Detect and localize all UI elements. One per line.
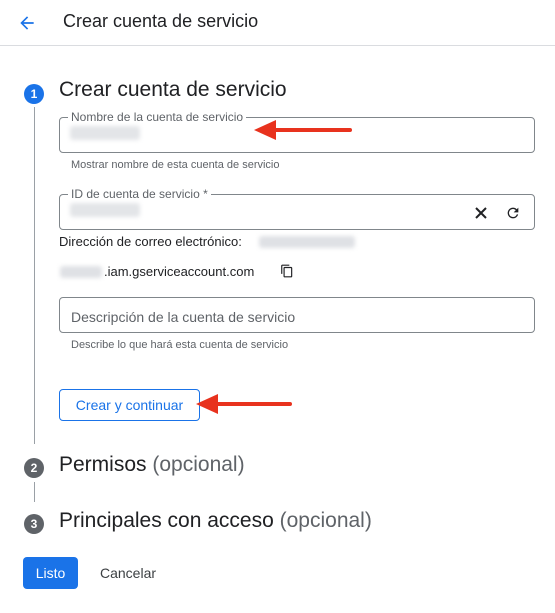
service-account-id-value-redacted (70, 203, 140, 217)
annotation-arrow-create-button (196, 394, 292, 414)
refresh-icon (507, 207, 519, 219)
email-address-label: Dirección de correo electrónico: (59, 234, 242, 249)
step-2-title[interactable]: Permisos (opcional) (59, 453, 245, 477)
annotation-arrow-name-field (254, 120, 352, 140)
step-3-indicator: 3 (24, 514, 44, 534)
clear-id-button[interactable] (470, 202, 492, 224)
step-3-label: Principales con acceso (59, 509, 274, 532)
create-and-continue-button[interactable]: Crear y continuar (59, 389, 200, 421)
step-3-title[interactable]: Principales con acceso (opcional) (59, 509, 372, 533)
refresh-id-button[interactable] (502, 202, 524, 224)
step-1-title: Crear cuenta de servicio (59, 78, 287, 102)
cancel-button[interactable]: Cancelar (88, 557, 168, 589)
step-2-optional: (opcional) (152, 453, 245, 476)
service-account-id-label: ID de cuenta de servicio * (68, 187, 211, 201)
service-account-name-label: Nombre de la cuenta de servicio (68, 110, 247, 124)
step-connector-2 (34, 482, 35, 502)
done-button[interactable]: Listo (23, 557, 78, 589)
step-1-label: Crear cuenta de servicio (59, 78, 287, 101)
step-connector-1 (34, 107, 35, 444)
email-prefix-redacted (60, 266, 102, 278)
step-2-label: Permisos (59, 453, 147, 476)
copy-icon (281, 264, 293, 278)
step-1-indicator: 1 (24, 84, 44, 104)
step-3-optional: (opcional) (279, 509, 372, 532)
copy-email-button[interactable] (276, 260, 298, 282)
arrow-back-icon (20, 16, 34, 30)
email-domain-suffix: .iam.gserviceaccount.com (104, 264, 255, 279)
step-2-indicator: 2 (24, 458, 44, 478)
page-title: Crear cuenta de servicio (63, 11, 259, 31)
service-account-id-field[interactable]: ID de cuenta de servicio * (59, 187, 535, 230)
top-bar: Crear cuenta de servicio (0, 0, 555, 46)
description-field[interactable]: Descripción de la cuenta de servicio (59, 297, 535, 333)
description-hint: Describe lo que hará esta cuenta de serv… (71, 339, 289, 351)
service-account-name-value-redacted (70, 126, 140, 140)
back-button[interactable] (12, 8, 42, 38)
close-icon (475, 207, 487, 219)
description-placeholder: Descripción de la cuenta de servicio (71, 309, 296, 325)
service-account-name-hint: Mostrar nombre de esta cuenta de servici… (71, 159, 280, 171)
email-address-redacted (259, 236, 355, 248)
